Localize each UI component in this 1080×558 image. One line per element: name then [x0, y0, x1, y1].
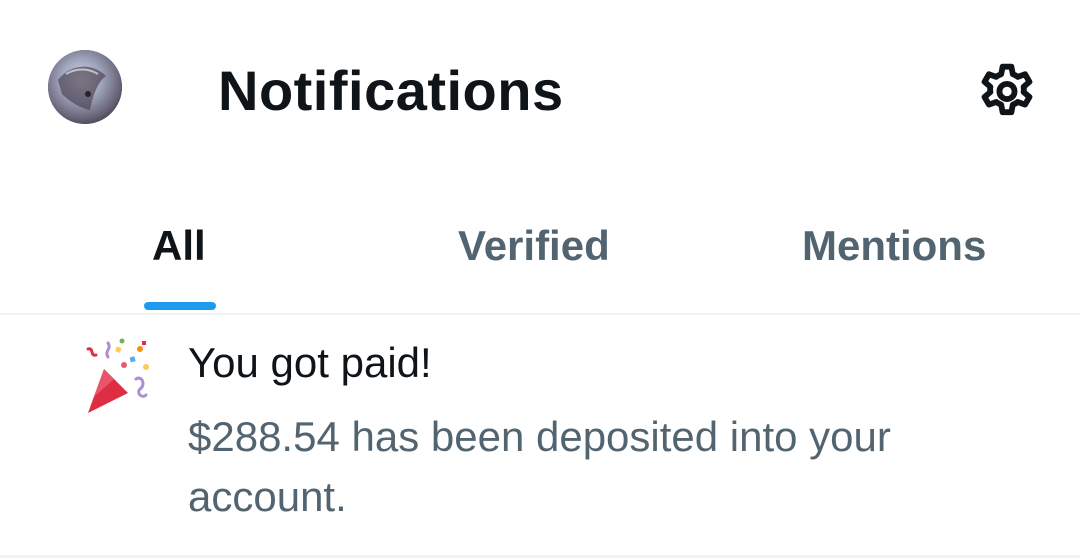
notification-body: $288.54 has been deposited into your acc… [188, 413, 891, 520]
party-popper-icon [80, 335, 160, 415]
tab-bar: All Verified Mentions [0, 180, 1080, 314]
avatar-image [48, 50, 122, 124]
gear-icon [981, 63, 1033, 116]
tab-all[interactable]: All [152, 220, 206, 272]
notification-item[interactable]: You got paid! $288.54 has been deposited… [0, 315, 1080, 556]
tab-mentions[interactable]: Mentions [802, 220, 986, 272]
top-bar: Notifications [0, 0, 1080, 180]
avatar[interactable] [48, 50, 122, 124]
active-tab-indicator [144, 302, 216, 310]
settings-button[interactable] [972, 55, 1042, 125]
notifications-screen: Notifications All Verified Mentions You … [0, 0, 1080, 558]
tab-verified[interactable]: Verified [458, 220, 610, 272]
notification-title: You got paid! [188, 339, 432, 386]
page-title: Notifications [218, 59, 564, 122]
